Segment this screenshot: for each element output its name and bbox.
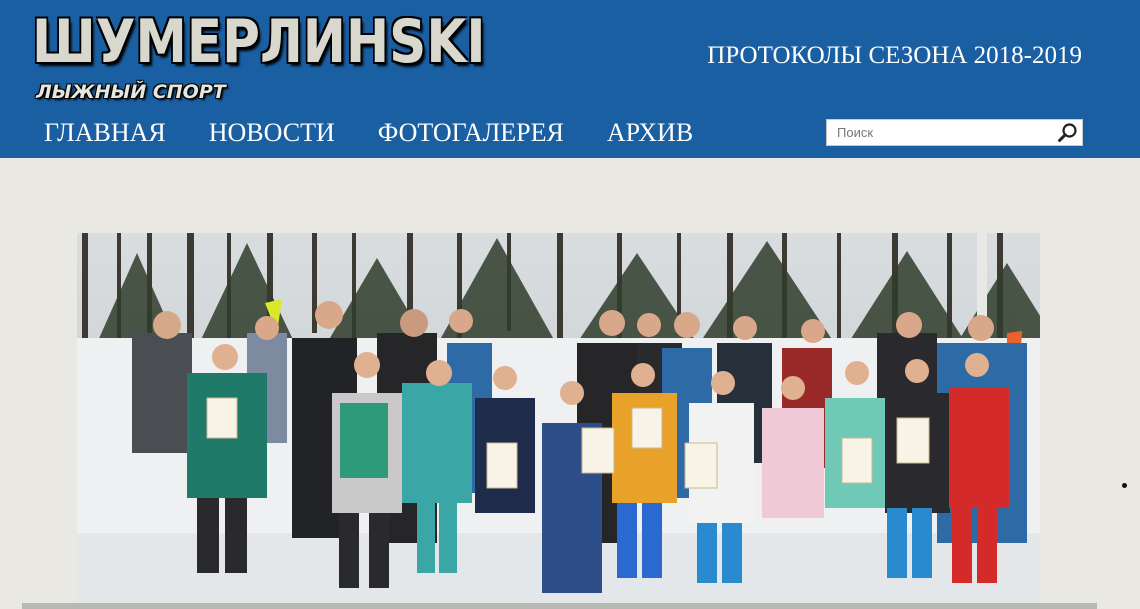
search-input[interactable] <box>827 120 1055 145</box>
group-photo-image <box>77 233 1040 609</box>
hero-photo[interactable] <box>77 233 1040 609</box>
horizontal-scrollbar[interactable] <box>22 603 1097 609</box>
logo-title: ШУМЕРЛИНSKI <box>32 7 486 77</box>
site-logo[interactable]: ШУМЕРЛИНSKI ЛЫЖНЫЙ СПОРТ <box>32 8 552 108</box>
season-protocols-link[interactable]: ПРОТОКОЛЫ СЕЗОНА 2018-2019 <box>707 41 1082 71</box>
nav-item-home[interactable]: ГЛАВНАЯ <box>44 117 166 151</box>
search-icon <box>1058 123 1077 142</box>
site-header: ШУМЕРЛИНSKI ЛЫЖНЫЙ СПОРТ ПРОТОКОЛЫ СЕЗОН… <box>0 0 1140 158</box>
bullet-dot <box>1122 483 1127 488</box>
nav-item-news[interactable]: НОВОСТИ <box>209 117 335 151</box>
search-box <box>826 119 1083 146</box>
search-button[interactable] <box>1057 122 1079 144</box>
main-nav: ГЛАВНАЯ НОВОСТИ ФОТОГАЛЕРЕЯ АРХИВ <box>44 117 736 151</box>
nav-item-archive[interactable]: АРХИВ <box>607 117 693 151</box>
logo-subtitle: ЛЫЖНЫЙ СПОРТ <box>36 81 226 103</box>
nav-item-photo-gallery[interactable]: ФОТОГАЛЕРЕЯ <box>378 117 564 151</box>
